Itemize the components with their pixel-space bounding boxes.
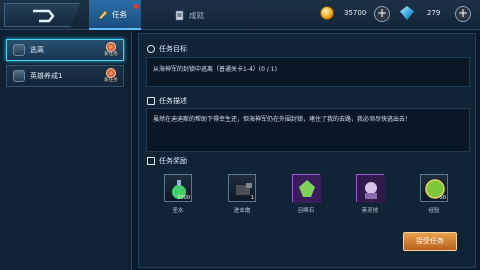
hero-spirit-icon [356, 174, 385, 203]
reward-count: 5000 [177, 195, 190, 201]
add-gold-button[interactable]: + [374, 6, 390, 22]
quest-item-label: 英雄养成1 [30, 72, 63, 80]
reward-name: 召唤石 [297, 208, 315, 214]
reward-section-title: 任务奖励 [147, 156, 187, 166]
desc-box: 虽然在迪迪斯的帮助下得幸生还，但海神军仍在外围封锁，堵住了我的去路，我必须尽快逃… [146, 108, 470, 152]
quest-item-hero-training[interactable]: 英雄养成1 新任务 [6, 65, 124, 87]
gold-value: 35700 [344, 9, 367, 17]
reward-count: 50 [439, 195, 446, 201]
quest-flag-icon [13, 70, 25, 82]
quest-item-label: 逃离 [30, 46, 44, 54]
new-badge-label: 新任务 [104, 52, 118, 57]
desc-text: 虽然在迪迪斯的帮助下得幸生还，但海神军仍在外围封锁，堵住了我的去路，我必须尽快逃… [153, 116, 412, 123]
reward-list: 5000 圣水 1 进击炮 召唤石 英灵技 50 经验 [146, 170, 470, 228]
achievement-card-icon [174, 10, 185, 21]
quest-detail-panel: 任务目标 从海神军的封锁中逃离（普通关卡1-4）(0 / 1) 任务描述 虽然在… [138, 33, 476, 268]
tab-achievements[interactable]: 成就 [166, 0, 226, 30]
diamond-gem-icon [400, 6, 414, 20]
exp-orb-icon: 50 [420, 174, 448, 202]
goal-text: 从海神军的封锁中逃离（普通关卡1-4）(0 / 1) [153, 66, 277, 73]
add-diamond-button[interactable]: + [455, 6, 471, 22]
potion-flask-icon: 5000 [164, 174, 192, 202]
reward-count: 1 [250, 195, 254, 201]
reward-item[interactable]: 英灵技 [352, 174, 388, 214]
reward-item[interactable]: 1 进击炮 [224, 174, 260, 214]
reward-name: 圣水 [172, 208, 184, 214]
reward-item[interactable]: 5000 圣水 [160, 174, 196, 214]
diamond-value: 279 [427, 9, 441, 17]
summon-stone-icon [292, 174, 321, 203]
goal-title: 任务目标 [159, 45, 187, 53]
tab-achievements-label: 成就 [189, 10, 204, 20]
reward-title: 任务奖励 [159, 157, 187, 165]
desc-section-title: 任务描述 [147, 96, 187, 106]
desc-title: 任务描述 [159, 97, 187, 105]
reward-name: 经验 [428, 208, 440, 214]
back-arrow-icon [33, 9, 55, 23]
new-quest-badge: 新任务 [103, 68, 119, 85]
quest-list: 逃离 新任务 英雄养成1 新任务 [0, 31, 132, 270]
tab-quests[interactable]: 任务 [89, 0, 141, 30]
cannon-icon: 1 [228, 174, 256, 202]
description-icon [147, 97, 155, 105]
gold-display: 35700 [320, 6, 366, 20]
back-button[interactable] [4, 3, 80, 27]
notification-dot [134, 4, 139, 9]
goal-section-title: 任务目标 [147, 44, 187, 54]
reward-name: 进击炮 [233, 208, 251, 214]
new-badge-icon [106, 42, 116, 52]
quest-scroll-icon [97, 9, 108, 20]
top-bar: 任务 成就 35700 + 279 + [0, 0, 480, 30]
reward-item[interactable]: 召唤石 [288, 174, 324, 214]
reward-item[interactable]: 50 经验 [416, 174, 452, 214]
diamond-display: 279 [400, 6, 440, 20]
accept-quest-button[interactable]: 接受任务 [403, 232, 457, 251]
new-badge-icon [106, 68, 116, 78]
tab-quests-label: 任务 [112, 9, 127, 19]
new-quest-badge: 新任务 [103, 42, 119, 59]
gift-icon [147, 157, 155, 165]
gold-coin-icon [320, 6, 334, 20]
reward-name: 英灵技 [361, 208, 379, 214]
quest-item-escape[interactable]: 逃离 新任务 [6, 39, 124, 61]
target-icon [147, 45, 155, 53]
quest-flag-icon [13, 44, 25, 56]
new-badge-label: 新任务 [104, 78, 118, 83]
goal-box: 从海神军的封锁中逃离（普通关卡1-4）(0 / 1) [146, 57, 470, 87]
